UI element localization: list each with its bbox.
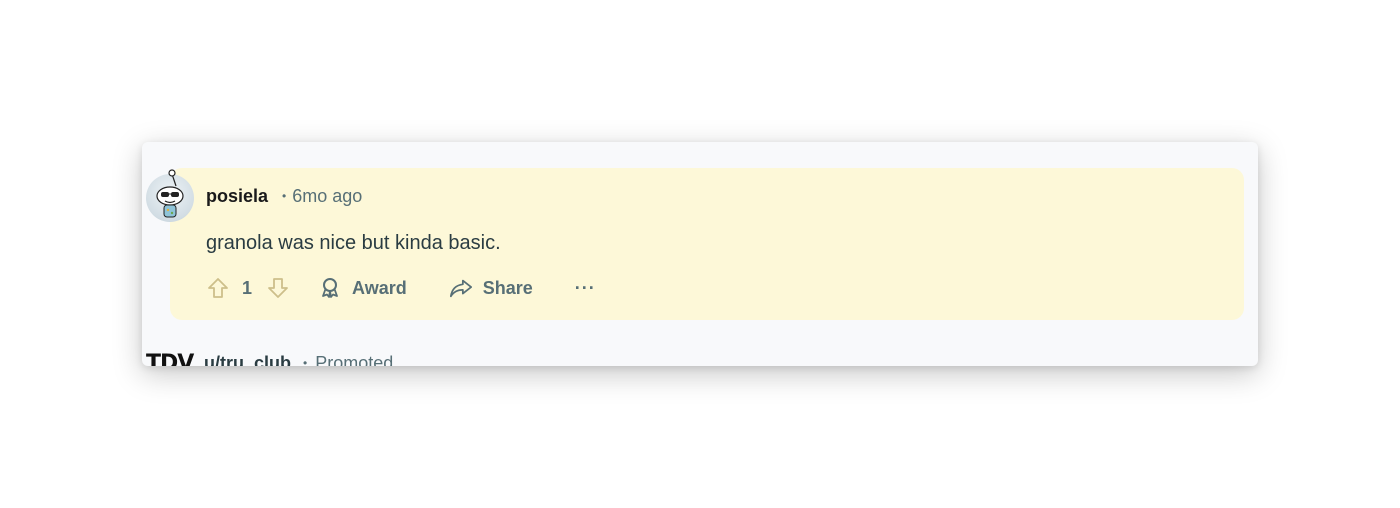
username-link[interactable]: posiela [206, 186, 268, 207]
comment-body: granola was nice but kinda basic. [206, 232, 501, 254]
comment-action-bar: 1 Award Share ··· [204, 274, 596, 302]
downvote-button[interactable] [264, 274, 292, 302]
award-button[interactable]: Award [318, 276, 407, 300]
promoted-logo[interactable]: TDV [146, 351, 194, 367]
upvote-button[interactable] [204, 274, 232, 302]
share-icon [449, 276, 473, 300]
share-label: Share [482, 277, 533, 298]
comment-meta: posiela • 6mo ago [206, 184, 362, 208]
promo-separator: • [303, 356, 308, 366]
comment-card: posiela • 6mo ago granola was nice but k… [142, 142, 1258, 366]
award-label: Award [352, 277, 407, 298]
downvote-arrow-icon [268, 278, 288, 298]
comment-timestamp[interactable]: 6mo ago [292, 186, 362, 207]
upvote-arrow-icon [208, 278, 228, 298]
share-button[interactable]: Share [449, 276, 533, 300]
award-icon [318, 276, 342, 300]
promoted-label: Promoted [315, 352, 394, 367]
promoted-post-header: TDV u/tru_club • Promoted [146, 348, 394, 367]
vote-score: 1 [242, 277, 253, 298]
meta-separator: • [282, 189, 287, 203]
snoo-avatar-icon [156, 169, 184, 218]
avatar[interactable] [146, 169, 194, 222]
promoted-subreddit-link[interactable]: u/tru_club [204, 353, 291, 367]
more-options-button[interactable]: ··· [575, 278, 596, 299]
